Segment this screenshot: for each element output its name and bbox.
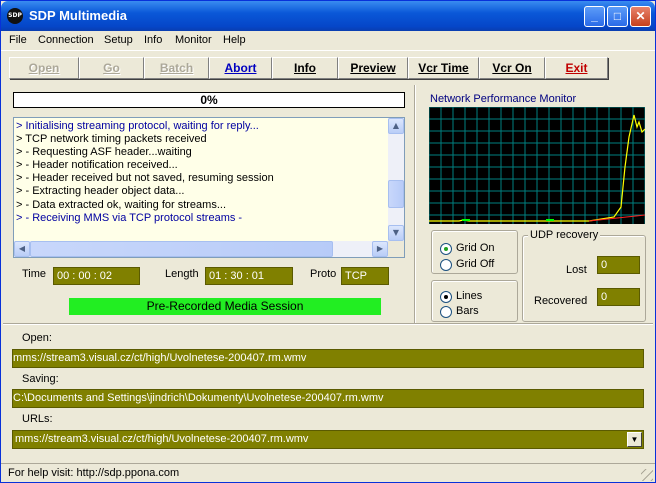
bars-radio[interactable] bbox=[440, 306, 452, 318]
lost-label: Lost bbox=[566, 264, 587, 276]
grid-on-radio[interactable] bbox=[440, 243, 452, 255]
go-button[interactable]: Go bbox=[79, 57, 144, 79]
scroll-up-icon[interactable]: ▲ bbox=[388, 118, 404, 134]
recovered-field: 0 bbox=[597, 288, 640, 306]
saving-label: Saving: bbox=[22, 373, 59, 385]
vcr-time-button[interactable]: Vcr Time bbox=[408, 57, 479, 79]
recovered-label: Recovered bbox=[534, 295, 588, 307]
status-bar: For help visit: http://sdp.ppona.com bbox=[1, 463, 655, 483]
log-line: > - Header notification received... bbox=[16, 159, 178, 172]
open-button[interactable]: Open bbox=[9, 57, 79, 79]
close-button[interactable]: ✕ bbox=[630, 6, 651, 27]
graph-marker bbox=[546, 219, 554, 221]
log-horizontal-scrollbar[interactable]: ◀ ▶ bbox=[14, 241, 388, 257]
log-line: > Initialising streaming protocol, waiti… bbox=[16, 120, 259, 132]
batch-button[interactable]: Batch bbox=[144, 57, 209, 79]
app-window: SDP SDP Multimedia _ □ ✕ File Connection… bbox=[0, 0, 656, 483]
grid-on-label[interactable]: Grid On bbox=[456, 242, 495, 254]
length-field: 01 : 30 : 01 bbox=[205, 267, 293, 285]
grid-options-group: Grid On Grid Off bbox=[431, 230, 518, 274]
menu-file[interactable]: File bbox=[9, 34, 27, 46]
scroll-corner bbox=[388, 241, 404, 257]
menu-connection[interactable]: Connection bbox=[38, 34, 94, 46]
progress-bar: 0% bbox=[13, 92, 405, 108]
udp-recovery-group bbox=[522, 235, 646, 322]
open-label: Open: bbox=[22, 332, 52, 344]
vcr-on-button[interactable]: Vcr On bbox=[479, 57, 545, 79]
grid-off-label[interactable]: Grid Off bbox=[456, 258, 494, 270]
window-title: SDP Multimedia bbox=[29, 8, 128, 23]
log-line: > - Header received but not saved, resum… bbox=[16, 172, 274, 185]
resize-grip-icon[interactable] bbox=[641, 469, 653, 481]
log-line: > - Extracting header object data... bbox=[16, 185, 185, 198]
menu-monitor[interactable]: Monitor bbox=[175, 34, 212, 46]
scroll-right-icon[interactable]: ▶ bbox=[372, 241, 388, 257]
log-line: > TCP network timing packets received bbox=[16, 133, 207, 146]
graph-grid bbox=[428, 106, 646, 224]
app-logo-icon: SDP bbox=[7, 8, 23, 24]
maximize-button[interactable]: □ bbox=[607, 6, 628, 27]
scroll-left-icon[interactable]: ◀ bbox=[14, 241, 30, 257]
minimize-button[interactable]: _ bbox=[584, 6, 605, 27]
proto-field: TCP bbox=[341, 267, 389, 285]
menu-bar: File Connection Setup Info Monitor Help bbox=[1, 31, 655, 50]
style-options-group: Lines Bars bbox=[431, 280, 518, 322]
menu-setup[interactable]: Setup bbox=[104, 34, 133, 46]
proto-label: Proto bbox=[310, 268, 337, 280]
abort-button[interactable]: Abort bbox=[209, 57, 272, 79]
time-label: Time bbox=[22, 268, 47, 280]
log-line: > - Receiving MMS via TCP protocol strea… bbox=[16, 211, 243, 224]
urls-dropdown[interactable]: mms://stream3.visual.cz/ct/high/Uvolnete… bbox=[12, 430, 644, 449]
bars-label[interactable]: Bars bbox=[456, 305, 479, 317]
scroll-down-icon[interactable]: ▼ bbox=[388, 225, 404, 241]
menu-info[interactable]: Info bbox=[144, 34, 162, 46]
session-banner: Pre-Recorded Media Session bbox=[69, 298, 381, 315]
exit-button[interactable]: Exit bbox=[545, 57, 608, 79]
info-button[interactable]: Info bbox=[272, 57, 338, 79]
lines-radio[interactable] bbox=[440, 291, 452, 303]
log-line: > - Requesting ASF header...waiting bbox=[16, 146, 192, 159]
section-divider bbox=[3, 323, 653, 325]
lost-field: 0 bbox=[597, 256, 640, 274]
horizontal-scroll-thumb[interactable] bbox=[30, 241, 333, 257]
monitor-title: Network Performance Monitor bbox=[430, 93, 577, 105]
udp-recovery-title: UDP recovery bbox=[528, 229, 601, 241]
log-lines: > Initialising streaming protocol, waiti… bbox=[16, 120, 388, 238]
panel-divider bbox=[414, 85, 416, 323]
graph-marker bbox=[462, 219, 470, 221]
time-field: 00 : 00 : 02 bbox=[53, 267, 140, 285]
open-url-field[interactable]: mms://stream3.visual.cz/ct/high/Uvolnete… bbox=[12, 349, 644, 368]
saving-path-field[interactable]: C:\Documents and Settings\jindrich\Dokum… bbox=[12, 389, 644, 408]
preview-button[interactable]: Preview bbox=[338, 57, 408, 79]
network-graph bbox=[428, 106, 646, 224]
title-bar[interactable]: SDP SDP Multimedia _ □ ✕ bbox=[1, 1, 655, 31]
log-panel[interactable]: > Initialising streaming protocol, waiti… bbox=[13, 117, 405, 258]
grid-off-radio[interactable] bbox=[440, 259, 452, 271]
length-label: Length bbox=[165, 268, 199, 280]
chevron-down-icon[interactable]: ▼ bbox=[627, 432, 642, 447]
status-text: For help visit: http://sdp.ppona.com bbox=[8, 467, 180, 479]
urls-selected-value: mms://stream3.visual.cz/ct/high/Uvolnete… bbox=[15, 433, 309, 445]
log-vertical-scrollbar[interactable]: ▲ ▼ bbox=[388, 118, 404, 241]
vertical-scroll-thumb[interactable] bbox=[388, 180, 404, 208]
progress-label: 0% bbox=[200, 93, 218, 107]
urls-label: URLs: bbox=[22, 413, 53, 425]
menu-help[interactable]: Help bbox=[223, 34, 246, 46]
log-line: > - Data extracted ok, waiting for strea… bbox=[16, 198, 226, 211]
network-graph-svg bbox=[428, 106, 646, 224]
lines-label[interactable]: Lines bbox=[456, 290, 482, 302]
